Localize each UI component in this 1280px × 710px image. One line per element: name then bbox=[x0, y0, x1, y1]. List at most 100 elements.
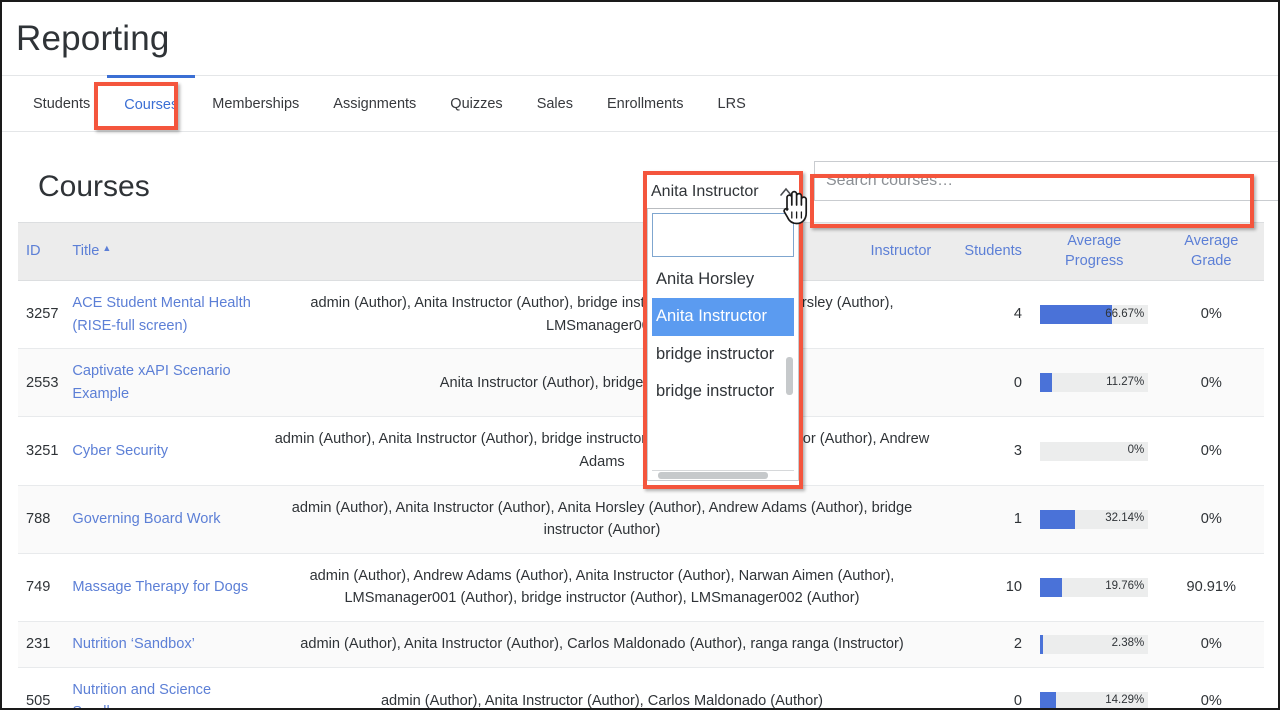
course-title-link[interactable]: Cyber Security bbox=[72, 443, 168, 459]
dropdown-horizontal-scrollbar-thumb[interactable] bbox=[658, 472, 768, 479]
chevron-up-icon[interactable] bbox=[778, 186, 794, 198]
cell-id: 788 bbox=[26, 510, 51, 527]
course-title-link[interactable]: Governing Board Work bbox=[72, 511, 220, 527]
progress-bar: 19.76% bbox=[1040, 577, 1149, 597]
table-row: 788 Governing Board Work admin (Author),… bbox=[18, 485, 1264, 554]
table-row: 231 Nutrition ‘Sandbox’ admin (Author), … bbox=[18, 621, 1264, 668]
search-courses-wrapper bbox=[814, 161, 1278, 201]
column-header-students: Students bbox=[939, 222, 1030, 281]
cell-title: Nutrition ‘Sandbox’ bbox=[64, 622, 264, 668]
cell-title: Cyber Security bbox=[64, 417, 264, 485]
instructor-filter-panel: Anita Horsley Anita Instructor bridge in… bbox=[647, 209, 799, 481]
cell-average-grade: 0% bbox=[1200, 510, 1222, 527]
column-header-title-label: Title bbox=[72, 242, 100, 259]
cell-id: 3251 bbox=[26, 442, 59, 459]
dropdown-horizontal-scrollbar[interactable] bbox=[652, 471, 794, 480]
tab-sales[interactable]: Sales bbox=[520, 76, 590, 131]
course-title-link[interactable]: Captivate xAPI Scenario Example bbox=[72, 363, 230, 402]
progress-bar-label: 11.27% bbox=[1106, 375, 1145, 388]
instructor-filter-toggle[interactable]: Anita Instructor bbox=[647, 175, 799, 209]
cell-instructors: Anita Instructor (Author), bridge instru… bbox=[439, 374, 765, 391]
column-header-average-progress[interactable]: Average Progress bbox=[1029, 222, 1159, 281]
table-row: 3257 ACE Student Mental Health (RISE-ful… bbox=[18, 281, 1264, 349]
cell-average-grade: 0% bbox=[1200, 374, 1222, 391]
progress-bar-fill bbox=[1040, 373, 1053, 393]
course-title-link[interactable]: Nutrition ‘Sandbox’ bbox=[72, 636, 195, 652]
courses-table: ID Title ▲ Instructor Students Average Pro… bbox=[18, 222, 1264, 709]
instructor-option-anita-horsley[interactable]: Anita Horsley bbox=[652, 261, 794, 298]
table-row: 749 Massage Therapy for Dogs admin (Auth… bbox=[18, 553, 1264, 622]
progress-bar-label: 14.29% bbox=[1105, 694, 1145, 707]
course-title-link[interactable]: Nutrition and Science Sandbox bbox=[72, 682, 211, 708]
tab-memberships[interactable]: Memberships bbox=[195, 76, 316, 131]
cell-students: 0 bbox=[1013, 374, 1022, 391]
cell-id: 505 bbox=[26, 693, 51, 709]
cell-title: Massage Therapy for Dogs bbox=[64, 553, 264, 621]
progress-bar-label: 66.67% bbox=[1105, 307, 1145, 320]
cell-students: 4 bbox=[1013, 306, 1022, 323]
column-header-average-grade[interactable]: Average Grade bbox=[1158, 222, 1264, 281]
progress-bar-fill bbox=[1040, 305, 1113, 325]
progress-bar: 32.14% bbox=[1040, 509, 1149, 529]
instructor-filter-option-list[interactable]: Anita Horsley Anita Instructor bridge in… bbox=[652, 261, 794, 471]
instructor-filter-dropdown[interactable]: Anita Instructor Anita Horsley Anita Ins… bbox=[647, 175, 799, 481]
cell-title: Governing Board Work bbox=[64, 485, 264, 553]
progress-bar: 66.67% bbox=[1040, 305, 1149, 325]
progress-bar-label: 19.76% bbox=[1105, 580, 1145, 593]
tab-quizzes[interactable]: Quizzes bbox=[433, 76, 519, 131]
cell-id: 2553 bbox=[26, 374, 59, 391]
cell-average-grade: 90.91% bbox=[1186, 579, 1237, 596]
avg-progress-line-1: Average bbox=[1067, 232, 1122, 249]
tab-enrollments[interactable]: Enrollments bbox=[590, 76, 701, 131]
column-header-instructor[interactable]: Instructor bbox=[264, 222, 940, 281]
cell-instructors: admin (Author), Andrew Adams (Author), A… bbox=[309, 567, 895, 607]
progress-bar-fill bbox=[1040, 691, 1056, 708]
cell-average-grade: 0% bbox=[1200, 306, 1222, 323]
tab-lrs[interactable]: LRS bbox=[701, 76, 763, 131]
course-title-link[interactable]: Massage Therapy for Dogs bbox=[72, 579, 248, 595]
cell-students: 0 bbox=[1013, 693, 1022, 709]
main-content: Courses ID Title▲ Instructor Students Av… bbox=[2, 132, 1278, 709]
cell-average-progress: 19.76% bbox=[1030, 553, 1159, 621]
progress-bar: 11.27% bbox=[1040, 373, 1149, 393]
search-courses-input[interactable] bbox=[814, 161, 1278, 201]
cell-instructors: admin (Author), Anita Instructor (Author… bbox=[380, 693, 823, 709]
tab-assignments[interactable]: Assignments bbox=[316, 76, 433, 131]
dropdown-vertical-scrollbar[interactable] bbox=[786, 357, 793, 395]
column-header-id[interactable]: ID bbox=[18, 222, 65, 281]
avg-progress-line-2: Progress bbox=[1065, 252, 1124, 269]
progress-bar-label: 2.38% bbox=[1111, 637, 1145, 650]
table-row: 3251 Cyber Security admin (Author), Anit… bbox=[18, 417, 1264, 486]
page-header: Reporting bbox=[2, 2, 1278, 76]
course-title-link[interactable]: ACE Student Mental Health (RISE-full scr… bbox=[72, 295, 250, 334]
section-title: Courses bbox=[38, 170, 150, 203]
cell-id: 749 bbox=[26, 579, 51, 596]
table-row: 505 Nutrition and Science Sandbox admin … bbox=[18, 667, 1264, 709]
progress-bar: 2.38% bbox=[1040, 634, 1149, 654]
tab-courses[interactable]: Courses bbox=[107, 75, 196, 131]
courses-table-head: ID Title ▲ Instructor Students Average Pro… bbox=[18, 222, 1264, 281]
progress-bar-fill bbox=[1040, 509, 1075, 529]
section-header: Courses bbox=[18, 156, 1278, 218]
cell-students: 3 bbox=[1013, 442, 1022, 459]
instructor-option-bridge-instructor-1[interactable]: bridge instructor bbox=[652, 336, 794, 373]
instructor-option-anita-instructor[interactable]: Anita Instructor bbox=[652, 298, 794, 336]
cell-instructors: admin (Author), Anita Instructor (Author… bbox=[300, 636, 904, 653]
tab-bar: Students Courses Memberships Assignments… bbox=[2, 75, 1278, 132]
column-header-title[interactable]: Title ▲ bbox=[64, 222, 265, 281]
courses-table-body: 3257 ACE Student Mental Health (RISE-ful… bbox=[18, 281, 1264, 709]
page-title: Reporting bbox=[16, 18, 170, 58]
reporting-page: Reporting Students Courses Memberships A… bbox=[0, 0, 1280, 710]
table-row: 2553 Captivate xAPI Scenario Example Ani… bbox=[18, 348, 1264, 417]
cell-id: 231 bbox=[26, 636, 51, 653]
instructor-filter-search-input[interactable] bbox=[652, 213, 794, 257]
cell-students: 10 bbox=[1005, 579, 1022, 596]
sort-ascending-icon: ▲ bbox=[102, 242, 112, 253]
progress-bar-fill bbox=[1040, 634, 1043, 654]
table-header-row: ID Title ▲ Instructor Students Average Pro… bbox=[18, 222, 1264, 281]
cell-average-progress: 32.14% bbox=[1030, 485, 1159, 553]
cell-average-progress: 11.27% bbox=[1030, 349, 1159, 417]
tab-students[interactable]: Students bbox=[16, 76, 107, 131]
instructor-option-bridge-instructor-2[interactable]: bridge instructor bbox=[652, 373, 794, 410]
cell-average-grade: 0% bbox=[1200, 442, 1222, 459]
